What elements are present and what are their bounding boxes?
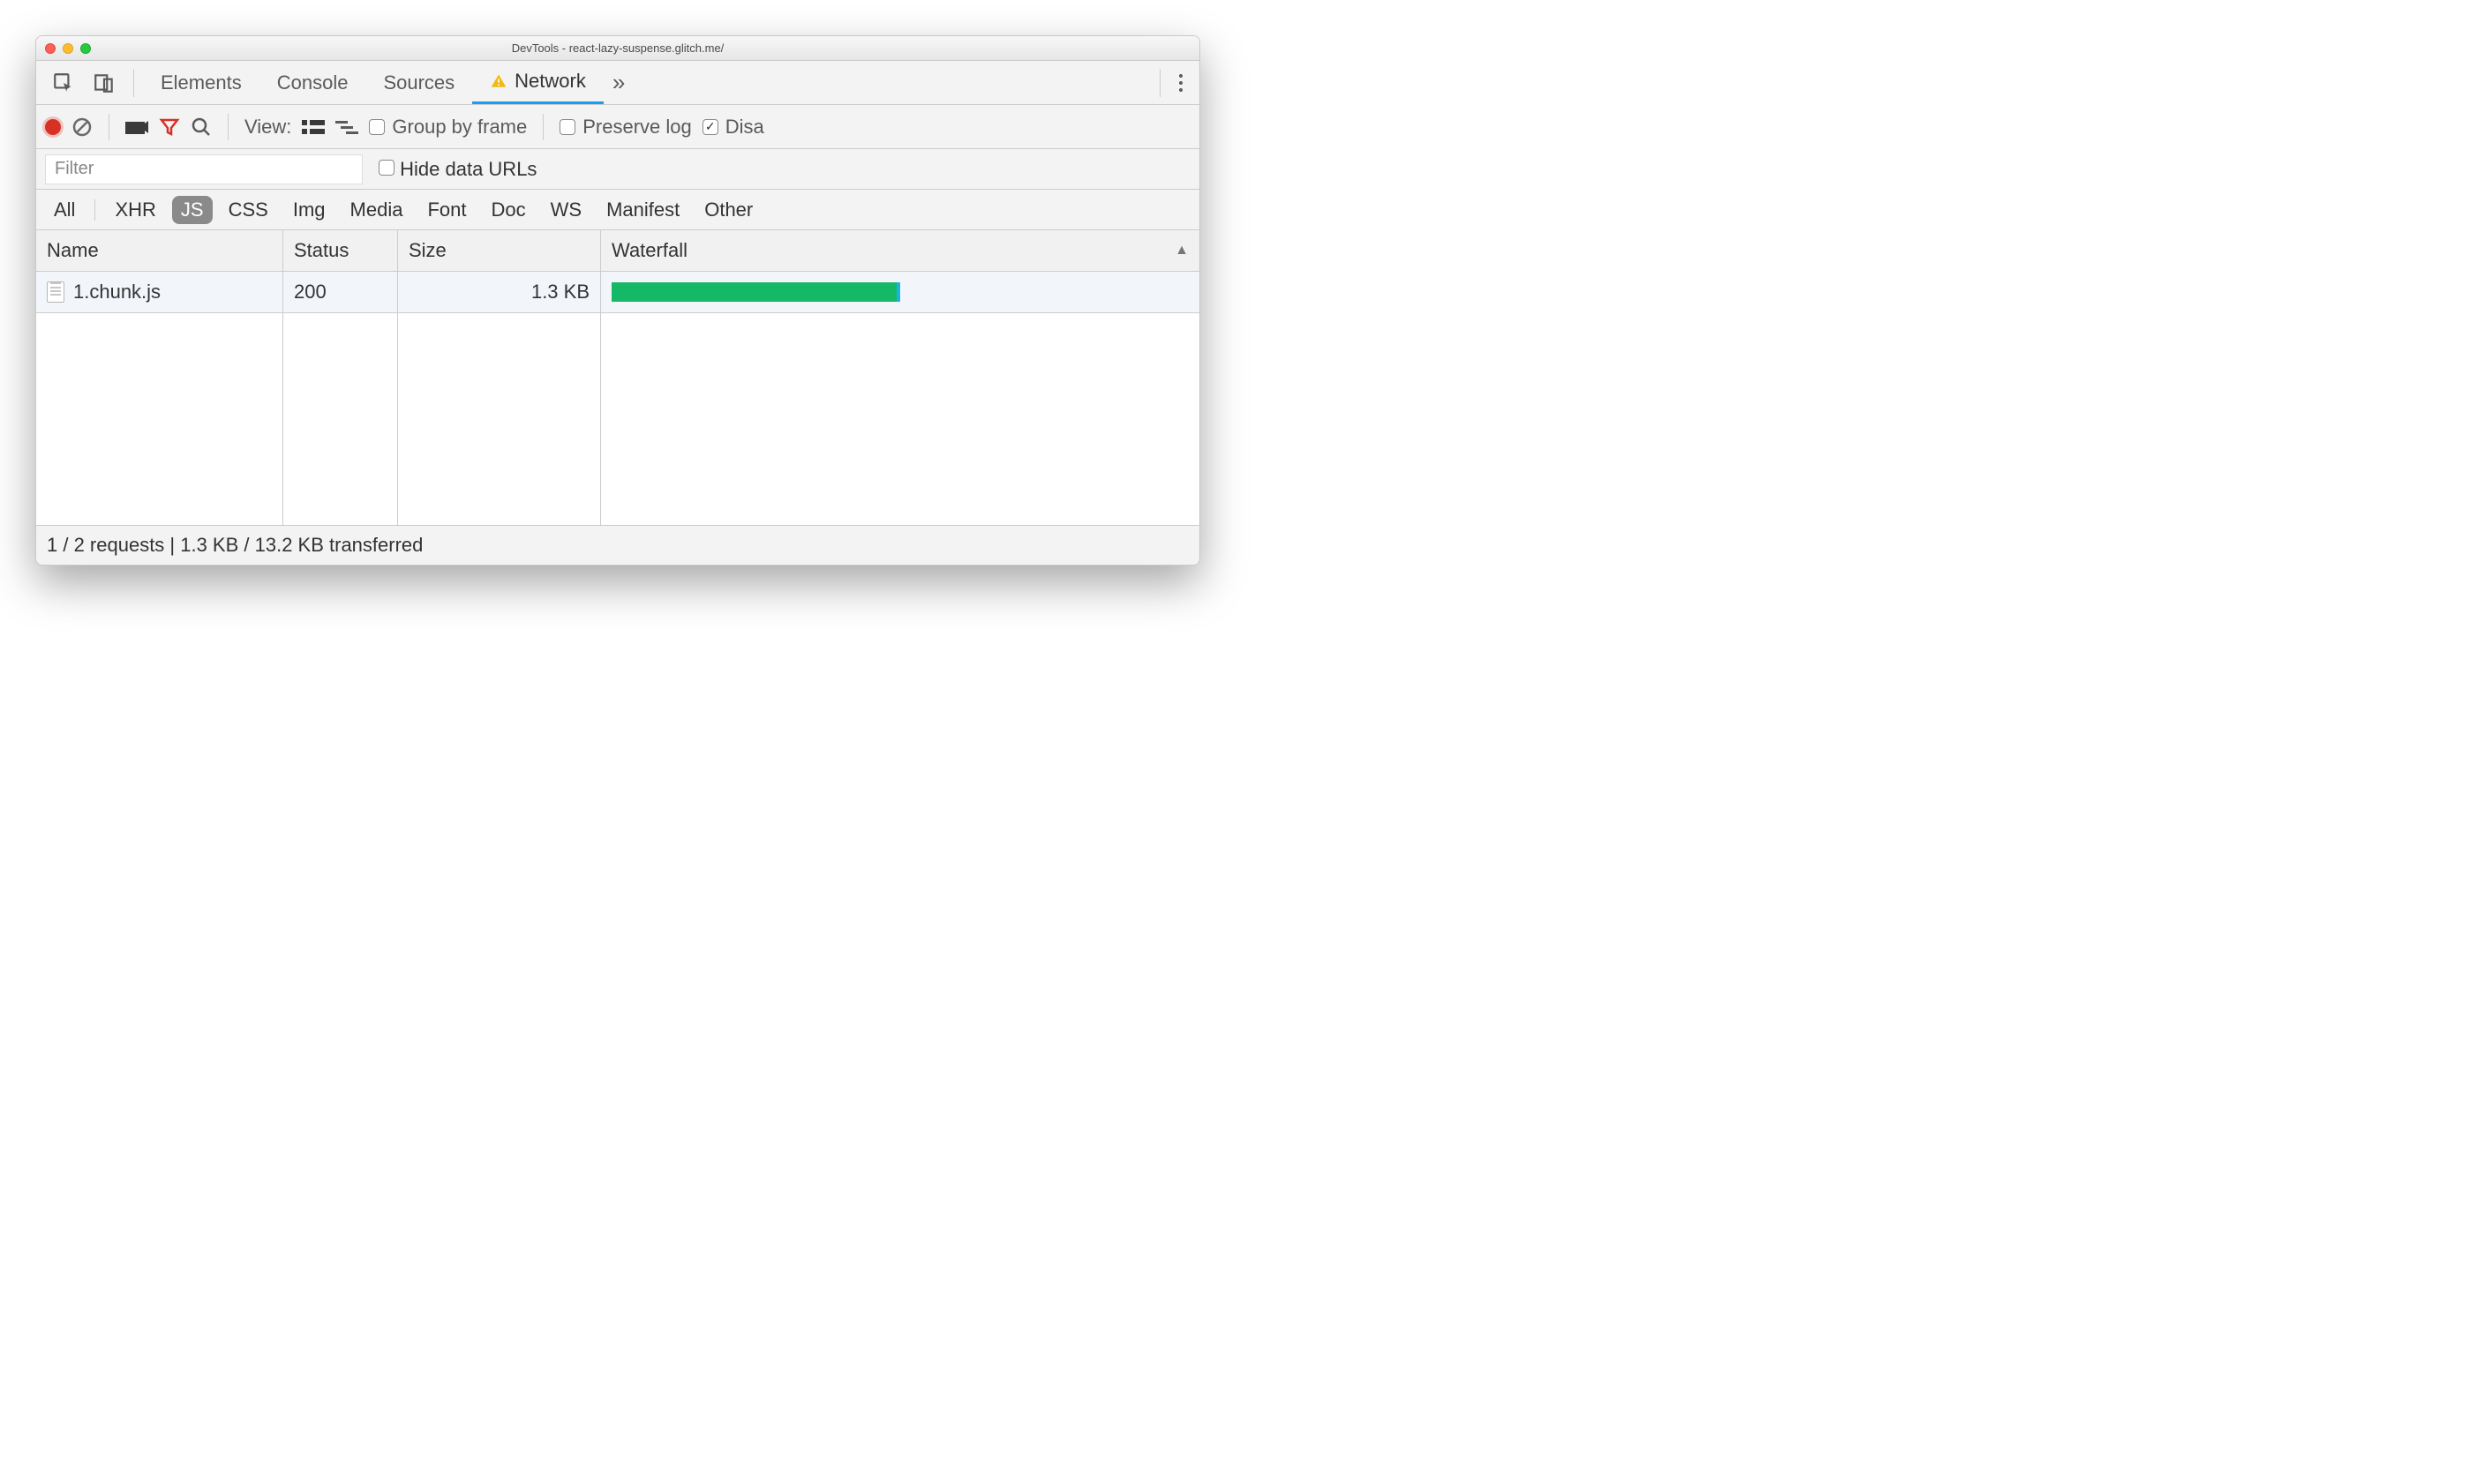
tab-sources[interactable]: Sources <box>365 61 472 104</box>
devtools-window: DevTools - react-lazy-suspense.glitch.me… <box>35 35 1200 566</box>
hide-data-urls-label: Hide data URLs <box>400 158 537 180</box>
large-rows-icon[interactable] <box>302 118 325 136</box>
cell-status[interactable]: 200 <box>283 272 398 313</box>
checkbox-icon <box>560 119 575 135</box>
col-waterfall-label: Waterfall <box>612 239 687 262</box>
col-size-header[interactable]: Size <box>398 230 601 272</box>
capture-screenshots-icon[interactable] <box>125 118 148 136</box>
group-by-frame-toggle[interactable]: Group by frame <box>369 116 527 139</box>
separator <box>543 114 544 140</box>
col-name-header[interactable]: Name <box>36 230 283 272</box>
checkbox-icon <box>703 119 718 135</box>
zoom-window-icon[interactable] <box>80 43 91 54</box>
request-name: 1.chunk.js <box>73 281 161 304</box>
cell-name[interactable]: 1.chunk.js <box>36 272 283 313</box>
inspect-element-icon[interactable] <box>43 71 84 94</box>
disable-cache-toggle[interactable]: Disa <box>703 116 764 139</box>
close-window-icon[interactable] <box>45 43 56 54</box>
cell-size[interactable]: 1.3 KB <box>398 272 601 313</box>
type-xhr[interactable]: XHR <box>106 196 164 224</box>
main-tabs: Elements Console Sources Network » <box>36 61 1199 105</box>
disable-cache-label: Disa <box>725 116 764 139</box>
device-toggle-icon[interactable] <box>84 71 124 94</box>
type-css[interactable]: CSS <box>220 196 277 224</box>
empty-cell <box>601 313 1199 525</box>
sort-asc-icon: ▲ <box>1175 243 1189 259</box>
search-icon[interactable] <box>191 116 212 138</box>
status-bar: 1 / 2 requests | 1.3 KB / 13.2 KB transf… <box>36 526 1199 565</box>
type-doc[interactable]: Doc <box>482 196 534 224</box>
type-js[interactable]: JS <box>172 196 213 224</box>
filter-bar: Hide data URLs <box>36 149 1199 190</box>
type-img[interactable]: Img <box>284 196 334 224</box>
tab-label: Sources <box>383 71 455 94</box>
titlebar: DevTools - react-lazy-suspense.glitch.me… <box>36 36 1199 61</box>
requests-table: Name Status Size Waterfall ▲ 1.chunk.js … <box>36 230 1199 526</box>
tab-network[interactable]: Network <box>472 61 604 104</box>
clear-icon[interactable] <box>71 116 93 138</box>
status-text: 1 / 2 requests | 1.3 KB / 13.2 KB transf… <box>47 534 423 557</box>
type-all[interactable]: All <box>45 196 84 224</box>
type-font[interactable]: Font <box>418 196 475 224</box>
tab-console[interactable]: Console <box>259 61 366 104</box>
group-by-frame-label: Group by frame <box>392 116 527 139</box>
traffic-lights <box>45 43 91 54</box>
preserve-log-label: Preserve log <box>582 116 692 139</box>
empty-cell <box>283 313 398 525</box>
col-status-header[interactable]: Status <box>283 230 398 272</box>
separator <box>94 199 95 221</box>
window-title: DevTools - react-lazy-suspense.glitch.me… <box>36 41 1199 55</box>
separator <box>1160 69 1161 97</box>
overview-icon[interactable] <box>335 118 358 136</box>
checkbox-icon <box>379 160 394 176</box>
network-toolbar: View: Group by frame Preserve log Disa <box>36 105 1199 149</box>
empty-cell <box>398 313 601 525</box>
warning-icon <box>490 72 507 90</box>
waterfall-bar <box>612 282 900 302</box>
more-tabs-icon[interactable]: » <box>604 69 634 96</box>
record-button[interactable] <box>45 119 61 135</box>
file-icon <box>47 281 64 303</box>
checkbox-icon <box>369 119 385 135</box>
view-label: View: <box>244 116 291 139</box>
tab-label: Elements <box>161 71 242 94</box>
tab-label: Network <box>515 70 586 93</box>
cell-waterfall[interactable] <box>601 272 1199 313</box>
kebab-menu-icon[interactable] <box>1169 72 1192 94</box>
separator <box>228 114 229 140</box>
request-type-filter: All XHR JS CSS Img Media Font Doc WS Man… <box>36 190 1199 230</box>
type-manifest[interactable]: Manifest <box>597 196 688 224</box>
preserve-log-toggle[interactable]: Preserve log <box>560 116 692 139</box>
empty-cell <box>36 313 283 525</box>
tab-elements[interactable]: Elements <box>143 61 259 104</box>
filter-input[interactable] <box>45 154 363 184</box>
col-waterfall-header[interactable]: Waterfall ▲ <box>601 230 1199 272</box>
minimize-window-icon[interactable] <box>63 43 73 54</box>
type-ws[interactable]: WS <box>542 196 590 224</box>
type-other[interactable]: Other <box>695 196 762 224</box>
filter-icon[interactable] <box>159 116 180 138</box>
hide-data-urls-toggle[interactable]: Hide data URLs <box>379 158 537 181</box>
tab-label: Console <box>277 71 349 94</box>
separator <box>133 69 134 97</box>
type-media[interactable]: Media <box>342 196 412 224</box>
